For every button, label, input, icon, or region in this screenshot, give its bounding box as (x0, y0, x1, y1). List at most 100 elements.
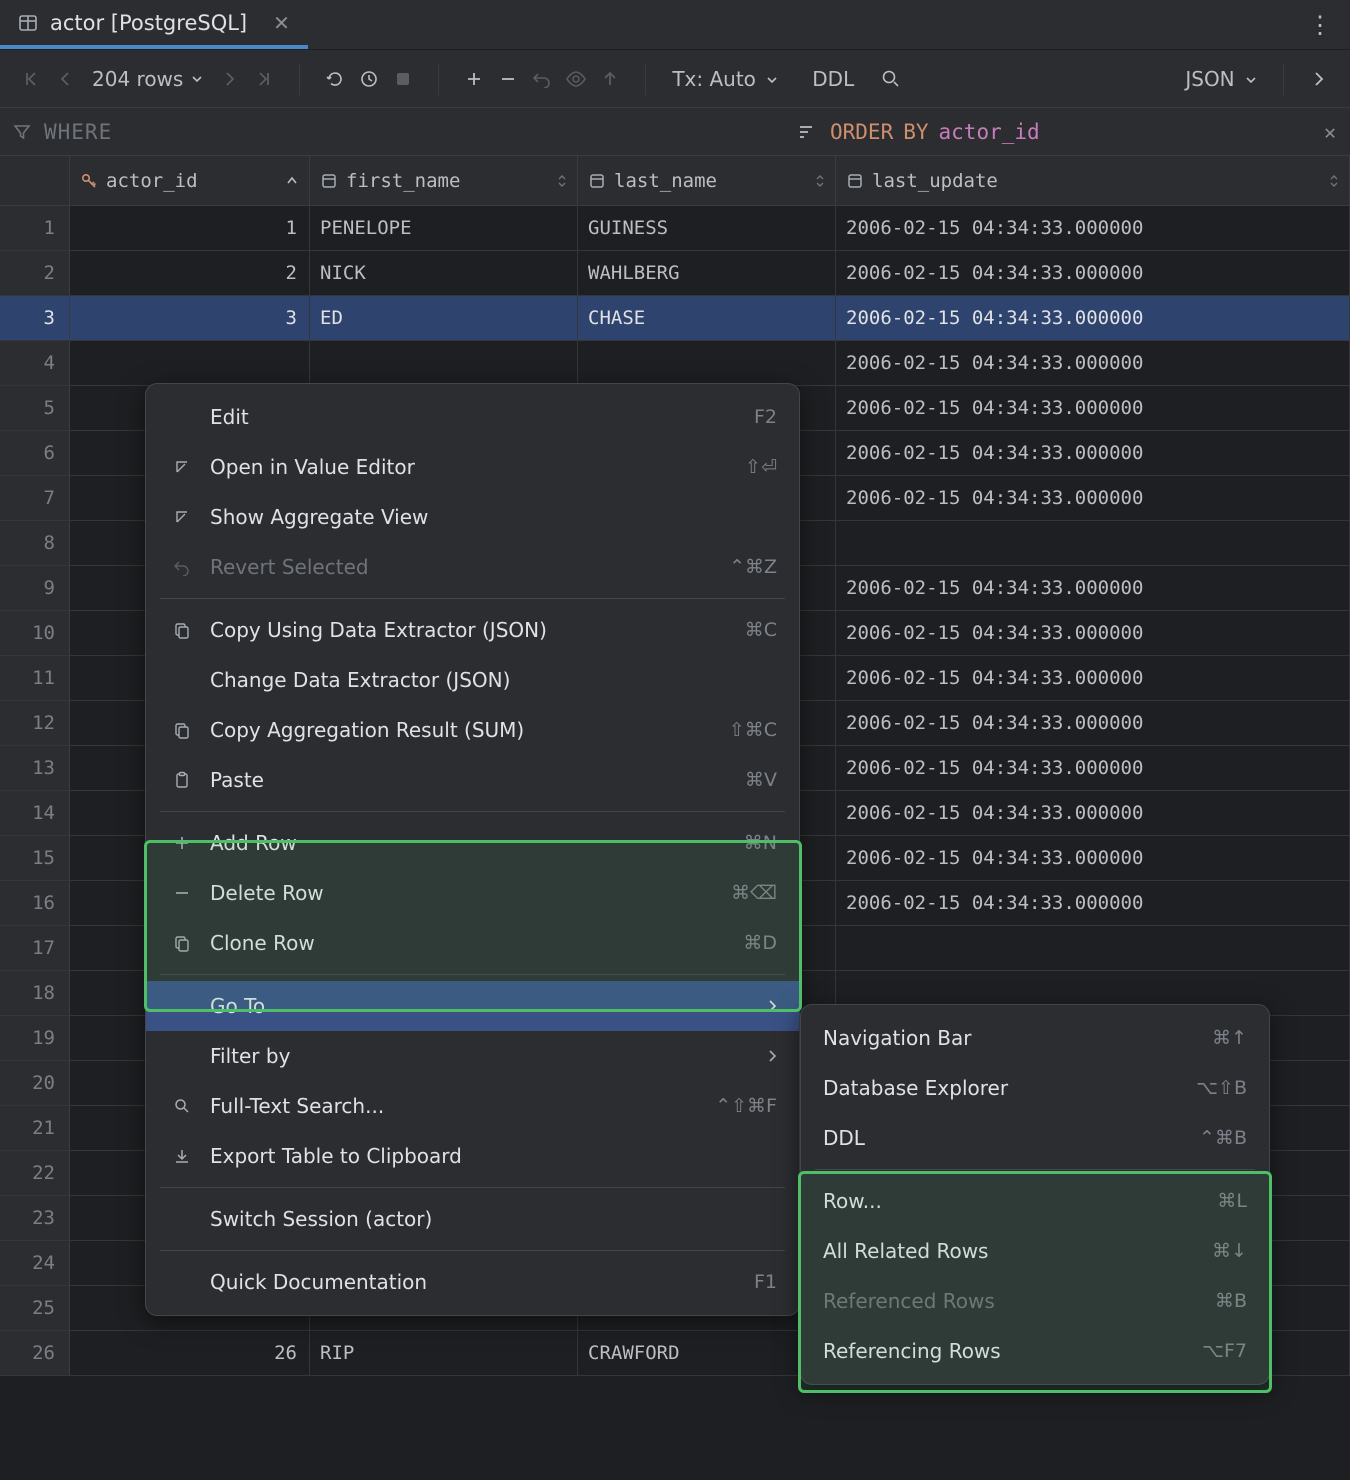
stop-icon[interactable] (386, 62, 420, 96)
cell-last-update[interactable]: 2006-02-15 04:34:33.000000 (836, 431, 1350, 475)
row-number: 9 (0, 566, 70, 610)
row-number: 13 (0, 746, 70, 790)
cell-actor-id[interactable]: 2 (70, 251, 310, 295)
remove-icon[interactable] (491, 62, 525, 96)
row-count[interactable]: 204 rows (82, 67, 213, 91)
row-number: 14 (0, 791, 70, 835)
menu-clone-row[interactable]: Clone Row ⌘D (146, 918, 799, 968)
cell-actor-id[interactable] (70, 341, 310, 385)
cell-last-update[interactable]: 2006-02-15 04:34:33.000000 (836, 251, 1350, 295)
column-header-first-name[interactable]: first_name (310, 156, 578, 205)
menu-show-aggregate[interactable]: Show Aggregate View (146, 492, 799, 542)
tab-title: actor [PostgreSQL] (50, 11, 247, 35)
add-icon[interactable] (457, 62, 491, 96)
table-row[interactable]: 42006-02-15 04:34:33.000000 (0, 341, 1350, 386)
cell-actor-id[interactable]: 26 (70, 1331, 310, 1375)
cell-last-update[interactable]: 2006-02-15 04:34:33.000000 (836, 386, 1350, 430)
submenu-all-related-rows[interactable]: All Related Rows ⌘↓ (801, 1226, 1269, 1276)
data-extractor-button[interactable]: JSON (1177, 67, 1265, 91)
close-icon[interactable]: ✕ (273, 11, 290, 35)
reload-icon[interactable] (318, 62, 352, 96)
menu-full-text-search[interactable]: Full-Text Search... ⌃⇧⌘F (146, 1081, 799, 1131)
cell-last-update[interactable]: 2006-02-15 04:34:33.000000 (836, 791, 1350, 835)
submenu-row[interactable]: Row... ⌘L (801, 1176, 1269, 1226)
cell-last-update[interactable]: 2006-02-15 04:34:33.000000 (836, 206, 1350, 250)
cell-last-name[interactable]: GUINESS (578, 206, 836, 250)
cell-actor-id[interactable]: 1 (70, 206, 310, 250)
submenu-ddl[interactable]: DDL ⌃⌘B (801, 1113, 1269, 1163)
cell-last-name[interactable]: WAHLBERG (578, 251, 836, 295)
menu-go-to[interactable]: Go To (146, 981, 799, 1031)
menu-change-extractor[interactable]: Change Data Extractor (JSON) (146, 655, 799, 705)
cell-first-name[interactable]: PENELOPE (310, 206, 578, 250)
cell-first-name[interactable] (310, 341, 578, 385)
search-icon[interactable] (874, 62, 908, 96)
cell-last-name[interactable]: CHASE (578, 296, 836, 340)
menu-add-row[interactable]: Add Row ⌘N (146, 818, 799, 868)
cell-actor-id[interactable]: 3 (70, 296, 310, 340)
next-page-icon[interactable] (213, 62, 247, 96)
submenu-database-explorer[interactable]: Database Explorer ⌥⇧B (801, 1063, 1269, 1113)
first-page-icon[interactable] (14, 62, 48, 96)
copy-icon (168, 721, 196, 739)
table-icon (18, 13, 38, 33)
cell-last-update[interactable]: 2006-02-15 04:34:33.000000 (836, 656, 1350, 700)
cell-last-name[interactable]: CRAWFORD (578, 1331, 836, 1375)
submenu-referencing-rows[interactable]: Referencing Rows ⌥F7 (801, 1326, 1269, 1376)
preview-changes-icon[interactable] (559, 62, 593, 96)
menu-copy-extractor[interactable]: Copy Using Data Extractor (JSON) ⌘C (146, 605, 799, 655)
menu-paste[interactable]: Paste ⌘V (146, 755, 799, 805)
submenu-navigation-bar[interactable]: Navigation Bar ⌘↑ (801, 1013, 1269, 1063)
prev-page-icon[interactable] (48, 62, 82, 96)
menu-quick-documentation[interactable]: Quick Documentation F1 (146, 1257, 799, 1307)
column-name: last_update (872, 170, 998, 192)
cell-last-update[interactable] (836, 926, 1350, 970)
tab-actor[interactable]: actor [PostgreSQL] ✕ (0, 0, 308, 49)
cell-last-update[interactable]: 2006-02-15 04:34:33.000000 (836, 341, 1350, 385)
menu-edit[interactable]: Edit F2 (146, 392, 799, 442)
reload-scheduled-icon[interactable] (352, 62, 386, 96)
column-header-last-name[interactable]: last_name (578, 156, 836, 205)
menu-filter-by[interactable]: Filter by (146, 1031, 799, 1081)
menu-delete-row[interactable]: Delete Row ⌘⌫ (146, 868, 799, 918)
row-number: 11 (0, 656, 70, 700)
cell-first-name[interactable]: ED (310, 296, 578, 340)
cell-last-update[interactable]: 2006-02-15 04:34:33.000000 (836, 881, 1350, 925)
close-icon[interactable]: ✕ (1324, 120, 1336, 144)
menu-open-value-editor[interactable]: Open in Value Editor ⇧⏎ (146, 442, 799, 492)
rollback-icon[interactable] (525, 62, 559, 96)
copy-icon (168, 621, 196, 639)
cell-last-update[interactable]: 2006-02-15 04:34:33.000000 (836, 746, 1350, 790)
menu-copy-aggregation[interactable]: Copy Aggregation Result (SUM) ⇧⌘C (146, 705, 799, 755)
sort-icon (798, 124, 818, 140)
menu-export-clipboard[interactable]: Export Table to Clipboard (146, 1131, 799, 1181)
column-header-actor-id[interactable]: actor_id (70, 156, 310, 205)
cell-last-update[interactable]: 2006-02-15 04:34:33.000000 (836, 836, 1350, 880)
menu-switch-session[interactable]: Switch Session (actor) (146, 1194, 799, 1244)
cell-last-update[interactable]: 2006-02-15 04:34:33.000000 (836, 701, 1350, 745)
more-icon[interactable]: ⋮ (1308, 11, 1332, 39)
ddl-button[interactable]: DDL (804, 67, 862, 91)
submit-icon[interactable] (593, 62, 627, 96)
tx-mode-button[interactable]: Tx: Auto (664, 67, 786, 91)
table-row[interactable]: 22NICKWAHLBERG2006-02-15 04:34:33.000000 (0, 251, 1350, 296)
cell-last-name[interactable] (578, 341, 836, 385)
row-number: 19 (0, 1016, 70, 1060)
expand-icon[interactable] (1302, 62, 1336, 96)
cell-last-update[interactable]: 2006-02-15 04:34:33.000000 (836, 476, 1350, 520)
cell-last-update[interactable]: 2006-02-15 04:34:33.000000 (836, 611, 1350, 655)
row-number: 20 (0, 1061, 70, 1105)
where-keyword: WHERE (44, 120, 112, 144)
where-filter[interactable]: WHERE (0, 120, 780, 144)
column-header-last-update[interactable]: last_update (836, 156, 1350, 205)
chevron-down-icon (191, 73, 203, 85)
order-by-filter[interactable]: ORDER BY actor_id ✕ (780, 120, 1350, 144)
cell-first-name[interactable]: NICK (310, 251, 578, 295)
table-row[interactable]: 11PENELOPEGUINESS2006-02-15 04:34:33.000… (0, 206, 1350, 251)
cell-last-update[interactable]: 2006-02-15 04:34:33.000000 (836, 296, 1350, 340)
cell-last-update[interactable]: 2006-02-15 04:34:33.000000 (836, 566, 1350, 610)
cell-first-name[interactable]: RIP (310, 1331, 578, 1375)
table-row[interactable]: 33EDCHASE2006-02-15 04:34:33.000000 (0, 296, 1350, 341)
cell-last-update[interactable] (836, 521, 1350, 565)
last-page-icon[interactable] (247, 62, 281, 96)
